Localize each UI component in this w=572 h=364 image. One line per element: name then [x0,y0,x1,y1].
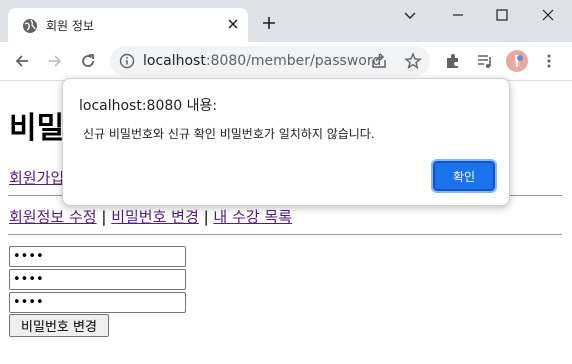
member-nav: 회원정보 수정 | 비밀번호 변경 | 내 수강 목록 [9,206,292,227]
close-icon[interactable] [226,17,240,31]
address-bar[interactable]: localhost:8080/member/password [110,46,430,76]
ok-button[interactable]: 확인 [431,159,497,193]
share-icon[interactable] [370,52,388,70]
dialog-title: localhost:8080 내용: [79,98,218,114]
nav-separator: | [101,208,107,226]
back-arrow-icon[interactable] [13,52,31,70]
confirm-password-field[interactable] [9,292,186,313]
window-close-icon[interactable] [540,7,556,23]
signup-link[interactable]: 회원가입 [9,167,64,188]
kebab-menu-icon[interactable] [540,52,558,70]
media-queue-icon[interactable] [476,52,494,70]
divider [8,234,562,235]
plus-icon[interactable] [261,15,277,31]
profile-avatar-glyph [515,55,523,67]
info-icon[interactable] [119,53,135,69]
url-host: localhost [143,53,206,69]
new-password-field[interactable] [9,269,186,290]
dialog-message: 신규 비밀번호와 신규 확인 비밀번호가 일치하지 않습니다. [83,127,375,141]
globe-icon [23,19,37,33]
change-password-button[interactable]: 비밀번호 변경 [9,314,109,337]
chevron-down-icon[interactable] [402,7,418,23]
reload-icon[interactable] [79,52,97,70]
minimize-icon[interactable] [450,7,466,23]
current-password-field[interactable] [9,246,186,267]
change-password-link[interactable]: 비밀번호 변경 [111,208,199,226]
forward-arrow-icon[interactable] [46,52,64,70]
maximize-icon[interactable] [494,7,510,23]
browser-toolbar: localhost:8080/member/password [0,42,572,81]
url-path: :8080/member/password [205,53,382,69]
star-icon[interactable] [404,52,422,70]
extensions-icon[interactable] [444,52,462,70]
tab-title: 회원 정보 [46,19,94,33]
my-courses-link[interactable]: 내 수강 목록 [213,208,292,226]
url-text[interactable]: localhost:8080/member/password [143,53,381,69]
alert-dialog: localhost:8080 내용: 신규 비밀번호와 신규 확인 비밀번호가 … [62,78,510,206]
tab-member-info[interactable]: 회원 정보 [8,8,248,42]
tab-strip: 회원 정보 [0,0,572,42]
profile-avatar[interactable] [506,50,528,72]
edit-info-link[interactable]: 회원정보 수정 [9,208,97,226]
nav-separator: | [203,208,209,226]
